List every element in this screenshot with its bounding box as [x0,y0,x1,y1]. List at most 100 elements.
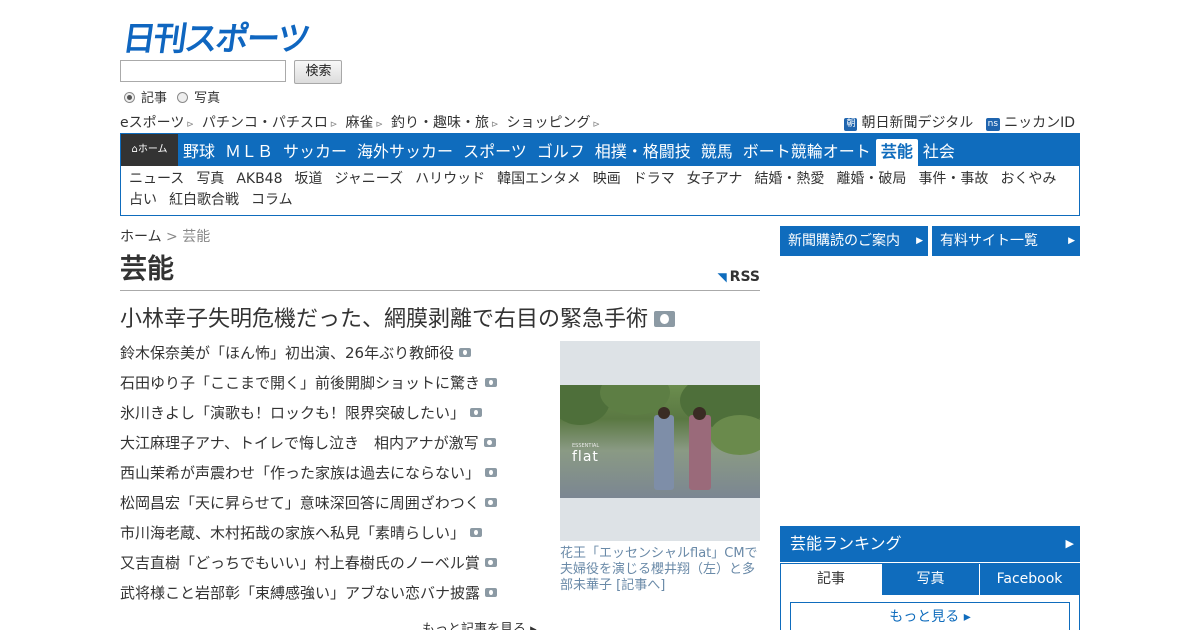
headline-item[interactable]: 市川海老蔵、木村拓哉の家族へ私見「素晴らしい」 [120,520,540,550]
nav-home[interactable]: ⌂ホーム [121,134,178,166]
camera-icon [470,528,483,537]
headline-item[interactable]: 武将様こと岩部彰「束縛感強い」アブない恋バナ披露 [120,580,540,610]
genre-link[interactable]: ハリウッド [415,171,485,187]
camera-icon [484,558,497,567]
genre-link[interactable]: 坂道 [295,171,323,187]
radio-article-label: 記事 [141,91,168,106]
headline-text: 松岡昌宏「天に昇らせて」意味深回答に周囲ざわつく [120,494,480,512]
photo-caption[interactable]: 花王「エッセンシャルflat」CMで夫婦役を演じる櫻井翔（左）と多部未華子 [記… [560,546,760,594]
chevron-right-icon: ▶ [1068,236,1075,246]
sub-navigation: eスポーツ ⊳ パチンコ・パチスロ ⊳ 麻雀 ⊳ 釣り・趣味・旅 ⊳ ショッピング ⊳ 朝朝日新聞… [120,112,1080,132]
ranking-more-link[interactable]: もっと見る ▸ [790,602,1070,630]
nav-item[interactable]: ＭＬＢ [220,135,278,169]
nikkan-id-link[interactable]: ニッカンID [1004,115,1075,131]
headline-item[interactable]: 大江麻理子アナ、トイレで悔し泣き 相内アナが激写 [120,430,540,460]
subnav-link-label: ショッピング [506,115,591,131]
photo-logo-text: flat [572,449,599,465]
headline-item[interactable]: 西山茉希が声震わせ「作った家族は過去にならない」 [120,460,540,490]
tab-photo[interactable]: 写真 [881,564,979,595]
headline-text: 大江麻理子アナ、トイレで悔し泣き 相内アナが激写 [120,434,479,452]
rss-icon: ◥ [717,270,727,284]
ranking-header[interactable]: 芸能ランキング ▶ [780,526,1080,562]
subnav-link-label: パチンコ・パチスロ [201,115,328,131]
paid-sites-label: 有料サイト一覧 [940,233,1038,249]
genre-link[interactable]: ドラマ [633,171,675,187]
subnav-link[interactable]: 麻雀 ⊳ [345,115,383,131]
arrow-icon: ⊳ [592,120,601,130]
chevron-right-icon: ▶ [916,236,923,246]
subnav-link[interactable]: eスポーツ ⊳ [120,115,194,131]
lead-headline-text: 小林幸子失明危機だった、網膜剥離で右目の緊急手術 [120,307,649,332]
tab-facebook[interactable]: Facebook [979,564,1079,595]
camera-icon [485,588,498,597]
nav-item[interactable]: 相撲・格闘技 [590,135,696,169]
subscribe-button[interactable]: 新聞購読のご案内 ▶ [780,226,928,256]
featured-photo-image: ESSENTIAL flat [560,385,760,498]
breadcrumb-home[interactable]: ホーム [120,229,162,245]
genre-link[interactable]: おくやみ [1000,171,1056,187]
rss-link[interactable]: ◥ RSS [717,269,760,285]
camera-icon [654,311,676,327]
radio-photo[interactable] [177,92,189,103]
subnav-link[interactable]: 釣り・趣味・旅 ⊳ [391,115,499,131]
subnav-link[interactable]: ショッピング ⊳ [507,115,601,131]
nav-item[interactable]: 野球 [178,135,220,169]
nav-home-label: ホーム [137,144,168,155]
search-button[interactable]: 検索 [294,60,343,84]
headline-text: 西山茉希が声震わせ「作った家族は過去にならない」 [120,464,481,482]
ranking-title: 芸能ランキング [790,534,902,553]
ranking-tabs: 記事 写真 Facebook もっと見る ▸ [780,563,1080,630]
headline-text: 市川海老蔵、木村拓哉の家族へ私見「素晴らしい」 [120,524,466,542]
headline-item[interactable]: 又吉直樹「どっちでもいい」村上春樹氏のノーベル賞 [120,550,540,580]
camera-icon [459,348,472,357]
arrow-icon: ⊳ [186,120,194,130]
tab-article[interactable]: 記事 [781,564,881,595]
headline-item[interactable]: 鈴木保奈美が「ほん怖」初出演、26年ぶり教師役 [120,340,540,370]
featured-photo[interactable]: ESSENTIAL flat [560,341,760,541]
nav-item[interactable]: 社会 [918,135,960,169]
genre-link[interactable]: コラム [251,192,293,208]
site-logo[interactable]: 日刊スポーツ [120,12,312,60]
subscribe-label: 新聞購読のご案内 [788,233,900,249]
asahi-icon: 朝 [844,118,858,131]
subnav-link-label: 釣り・趣味・旅 [390,115,489,131]
radio-article[interactable] [124,92,135,103]
genre-link[interactable]: 占い [129,192,157,208]
genre-link[interactable]: 離婚・破局 [836,171,906,187]
breadcrumb: ホーム > 芸能 [120,226,210,246]
genre-link[interactable]: AKB48 [236,171,282,187]
headline-text: 氷川きよし「演歌も！ロックも！限界突破したい」 [120,404,466,422]
asahi-link[interactable]: 朝日新聞デジタル [861,115,973,131]
nav-item[interactable]: 競馬 [696,135,738,169]
genre-link[interactable]: ニュース [129,171,184,187]
paid-sites-button[interactable]: 有料サイト一覧 ▶ [932,226,1080,256]
genre-link[interactable]: 韓国エンタメ [497,171,581,187]
camera-icon [485,378,498,387]
headline-item[interactable]: 氷川きよし「演歌も！ロックも！限界突破したい」 [120,400,540,430]
lead-headline[interactable]: 小林幸子失明危機だった、網膜剥離で右目の緊急手術 [120,301,676,333]
nav-item[interactable]: 芸能 [875,139,918,166]
genre-link[interactable]: 結婚・熱愛 [754,171,824,187]
nav-item[interactable]: ボート競輪オート [738,135,876,169]
headline-item[interactable]: 松岡昌宏「天に昇らせて」意味深回答に周囲ざわつく [120,490,540,520]
arrow-icon: ⊳ [329,120,338,130]
genre-link[interactable]: ジャニーズ [335,171,404,187]
nav-item[interactable]: 海外サッカー [352,135,458,169]
nikkan-id-icon: ns [985,118,1001,131]
genre-link[interactable]: 女子アナ [687,171,743,187]
genre-link[interactable]: 紅白歌合戦 [169,192,239,208]
search-input[interactable] [120,60,286,82]
genre-link[interactable]: 映画 [593,171,621,187]
genre-link[interactable]: 事件・事故 [918,171,988,187]
subnav-link[interactable]: パチンコ・パチスロ ⊳ [202,115,338,131]
nav-item[interactable]: サッカー [278,135,352,169]
camera-icon [484,498,497,507]
more-articles-link[interactable]: もっと記事を見る ▸ [422,618,537,630]
headline-item[interactable]: 石田ゆり子「ここまで開く」前後開脚ショットに驚き [120,370,540,400]
genre-link[interactable]: 写真 [196,171,224,187]
right-buttons: 新聞購読のご案内 ▶ 有料サイト一覧 ▶ [780,226,1080,256]
breadcrumb-current: 芸能 [182,229,211,245]
camera-icon [483,438,496,447]
nav-item[interactable]: スポーツ [458,135,532,169]
nav-item[interactable]: ゴルフ [532,135,590,169]
